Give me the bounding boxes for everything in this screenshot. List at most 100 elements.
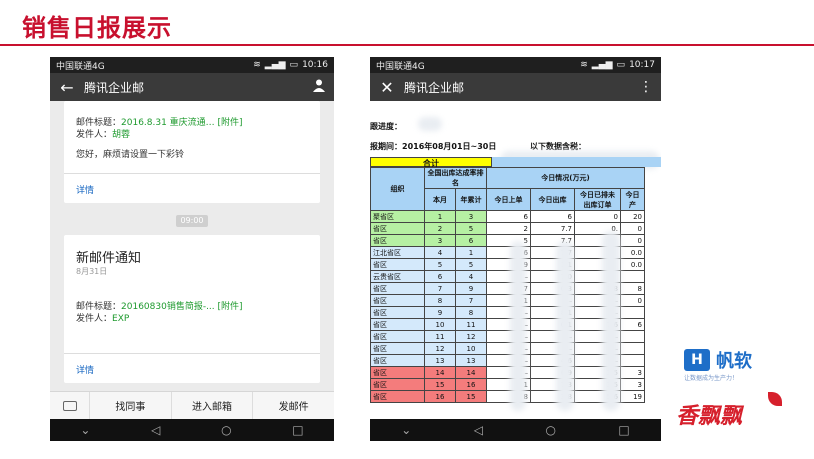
clock-label: 10:17 <box>629 60 655 70</box>
wifi-icon: ≋ <box>580 60 588 70</box>
battery-icon: ▭ <box>616 60 626 70</box>
org-cell: 省区 <box>370 234 425 247</box>
nav-down-icon[interactable]: ⌄ <box>401 423 411 437</box>
year-rank-cell: 5 <box>455 258 487 271</box>
back-arrow-icon[interactable]: ← <box>50 78 84 97</box>
sender-field: 发件人：EXP <box>76 313 129 326</box>
nav-down-icon[interactable]: ⌄ <box>80 423 90 437</box>
sender-value: EXP <box>112 314 130 324</box>
org-cell: 江北省区 <box>370 246 425 259</box>
sender-value: 胡蓉 <box>112 130 131 140</box>
phone-right: 中国联通4G ≋ ▂▄▆ ▭ 10:17 ✕ 腾讯企业邮 ⋮ 跟进度： 报期间：… <box>370 57 661 441</box>
org-cell: 省区 <box>370 306 425 319</box>
org-cell: 省区 <box>370 318 425 331</box>
prod-cell <box>620 330 645 343</box>
prod-cell <box>620 306 645 319</box>
nav-recent-icon[interactable]: □ <box>618 423 629 437</box>
month-rank-cell: 1 <box>424 210 456 223</box>
mail-card[interactable]: 邮件标题：2016.8.31 重庆流通… [附件] 发件人：胡蓉 您好，麻烦请设… <box>64 101 320 203</box>
subject-label: 邮件标题： <box>76 118 122 128</box>
month-rank-cell: 3 <box>424 234 456 247</box>
chat-area[interactable]: 邮件标题：2016.8.31 重庆流通… [附件] 发件人：胡蓉 您好，麻烦请设… <box>50 101 334 391</box>
year-rank-cell: 8 <box>455 306 487 319</box>
org-cell: 省区 <box>370 282 425 295</box>
year-rank-cell: 14 <box>455 366 487 379</box>
today-col-header: 今日已排未出库订单 <box>574 188 621 211</box>
org-cell: 省区 <box>370 330 425 343</box>
today-out-cell: 6 <box>530 210 575 223</box>
battery-icon: ▭ <box>289 60 299 70</box>
signal-icon: ▂▄▆ <box>591 60 613 70</box>
detail-link[interactable]: 详情 <box>76 363 94 376</box>
menu-find-colleague[interactable]: 找同事 <box>90 392 172 419</box>
signal-icon: ▂▄▆ <box>264 60 286 70</box>
prod-cell <box>620 270 645 283</box>
menu-enter-mailbox[interactable]: 进入邮箱 <box>172 392 254 419</box>
nav-recent-icon[interactable]: □ <box>292 423 303 437</box>
contact-icon[interactable] <box>304 78 334 96</box>
year-rank-cell: 6 <box>455 234 487 247</box>
month-rank-cell: 8 <box>424 294 456 307</box>
progress-label: 跟进度： <box>370 122 402 131</box>
prod-cell: 0.0 <box>620 246 645 259</box>
period-label-text: 报期间： <box>370 142 402 151</box>
prod-cell <box>620 354 645 367</box>
org-cell: 省区 <box>370 258 425 271</box>
month-rank-cell: 12 <box>424 342 456 355</box>
month-rank-cell: 11 <box>424 330 456 343</box>
redaction <box>602 231 620 411</box>
prod-cell: 3 <box>620 366 645 379</box>
detail-link[interactable]: 详情 <box>76 183 94 196</box>
nav-back-icon[interactable]: ◁ <box>151 423 160 437</box>
total-bar: 合计 <box>370 157 492 168</box>
year-rank-cell: 12 <box>455 330 487 343</box>
org-cell: 省区 <box>370 390 425 403</box>
status-bar: 中国联通4G ≋ ▂▄▆ ▭ 10:17 <box>370 57 661 73</box>
mail-body: 您好，麻烦请设置一下彩铃 <box>76 150 185 160</box>
prod-cell: 0 <box>620 222 645 235</box>
prod-cell: 19 <box>620 390 645 403</box>
today-header: 今日情况(万元) <box>486 167 645 189</box>
rank-header: 全国出库达成率排名 <box>424 167 487 189</box>
mail-card[interactable]: 新邮件通知 8月31日 邮件标题：20160830销售简报-... [附件] 发… <box>64 235 320 383</box>
today-order-cell: 2 <box>486 222 531 235</box>
xiangpiaopiao-logo: 香飘飘 <box>676 404 743 429</box>
month-rank-cell: 7 <box>424 282 456 295</box>
year-rank-cell: 7 <box>455 294 487 307</box>
year-rank-cell: 13 <box>455 354 487 367</box>
attachment-sheet[interactable]: 跟进度： 报期间：2016年08月01日~30日 以下数据含税： 合计 组织 全国… <box>370 101 661 419</box>
menu-send-mail[interactable]: 发邮件 <box>253 392 334 419</box>
today-col-header: 今日上单 <box>486 188 531 211</box>
divider <box>64 173 320 174</box>
fanruan-wordmark: 帆软 <box>716 351 752 372</box>
year-rank-cell: 3 <box>455 210 487 223</box>
nav-home-icon[interactable]: ○ <box>545 423 555 437</box>
carrier-label: 中国联通4G <box>376 61 425 72</box>
app-title: 腾讯企业邮 <box>404 80 465 95</box>
fanruan-mark-icon: H <box>684 349 710 371</box>
status-bar: 中国联通4G ≋ ▂▄▆ ▭ 10:16 <box>50 57 334 73</box>
nav-back-icon[interactable]: ◁ <box>474 423 483 437</box>
org-cell: 省区 <box>370 366 425 379</box>
prod-cell: 20 <box>620 210 645 223</box>
group-column-header: 组织 <box>370 167 425 211</box>
year-rank-cell: 11 <box>455 318 487 331</box>
phone-left: 中国联通4G ≋ ▂▄▆ ▭ 10:16 ← 腾讯企业邮 邮件标题：2016.8… <box>50 57 334 441</box>
more-menu-icon[interactable]: ⋮ <box>631 79 661 95</box>
org-cell: 省区 <box>370 378 425 391</box>
sender-label: 发件人： <box>76 130 113 140</box>
period-value: 2016年08月01日~30日 <box>402 142 497 151</box>
sender-field: 发件人：胡蓉 <box>76 129 130 142</box>
app-title: 腾讯企业邮 <box>84 80 145 95</box>
month-rank-cell: 2 <box>424 222 456 235</box>
subject-label: 邮件标题： <box>76 302 122 312</box>
notification-date: 8月31日 <box>76 267 108 276</box>
close-icon[interactable]: ✕ <box>370 78 404 97</box>
android-navbar: ⌄ ◁ ○ □ <box>370 419 661 441</box>
nav-home-icon[interactable]: ○ <box>221 423 231 437</box>
prod-cell: 6 <box>620 318 645 331</box>
keyboard-icon[interactable] <box>50 392 90 419</box>
period-label: 报期间：2016年08月01日~30日 <box>370 141 496 152</box>
month-rank-cell: 16 <box>424 390 456 403</box>
fanruan-slogan: 让数据成为生产力！ <box>684 375 739 382</box>
